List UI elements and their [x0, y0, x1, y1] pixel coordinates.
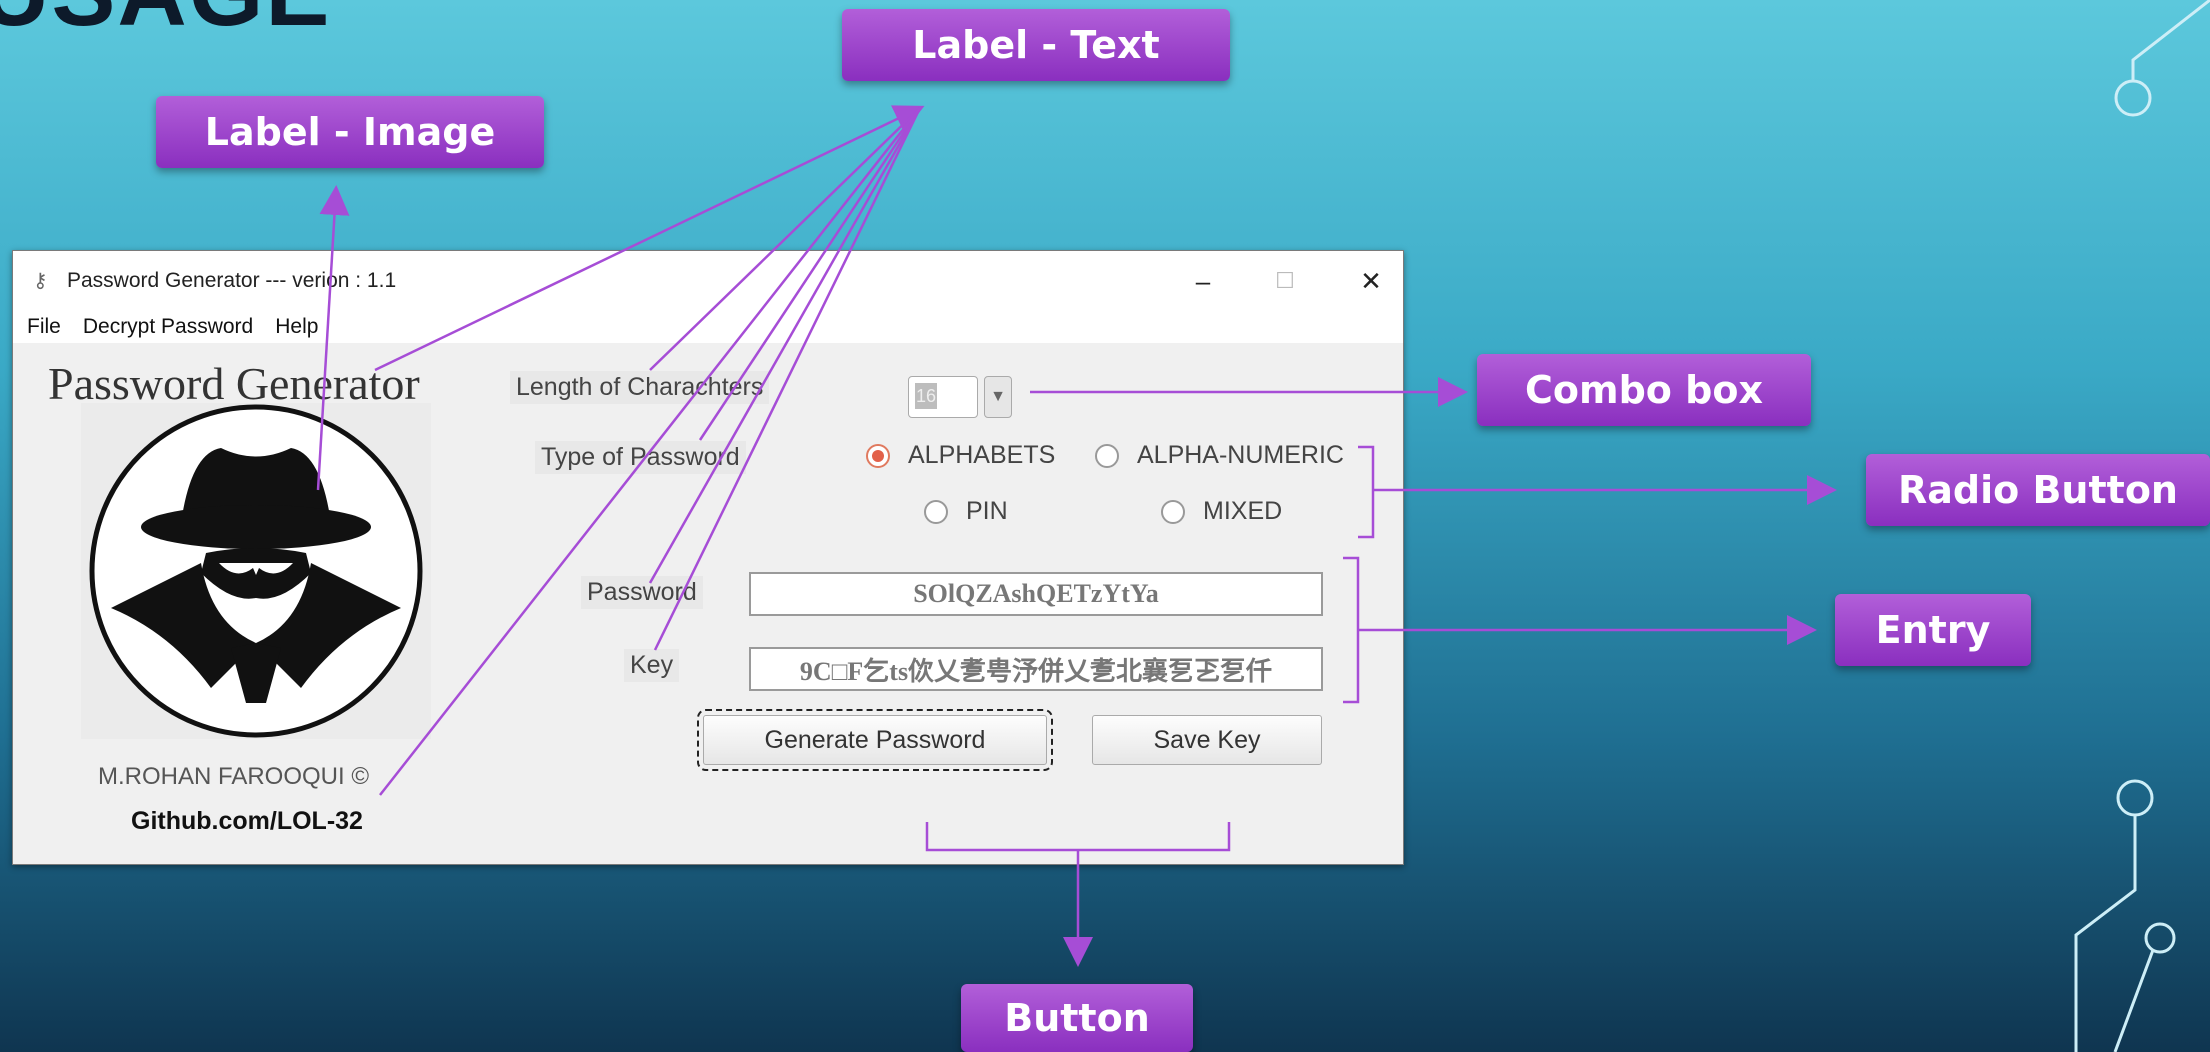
annotation-arrows	[316, 105, 1837, 967]
